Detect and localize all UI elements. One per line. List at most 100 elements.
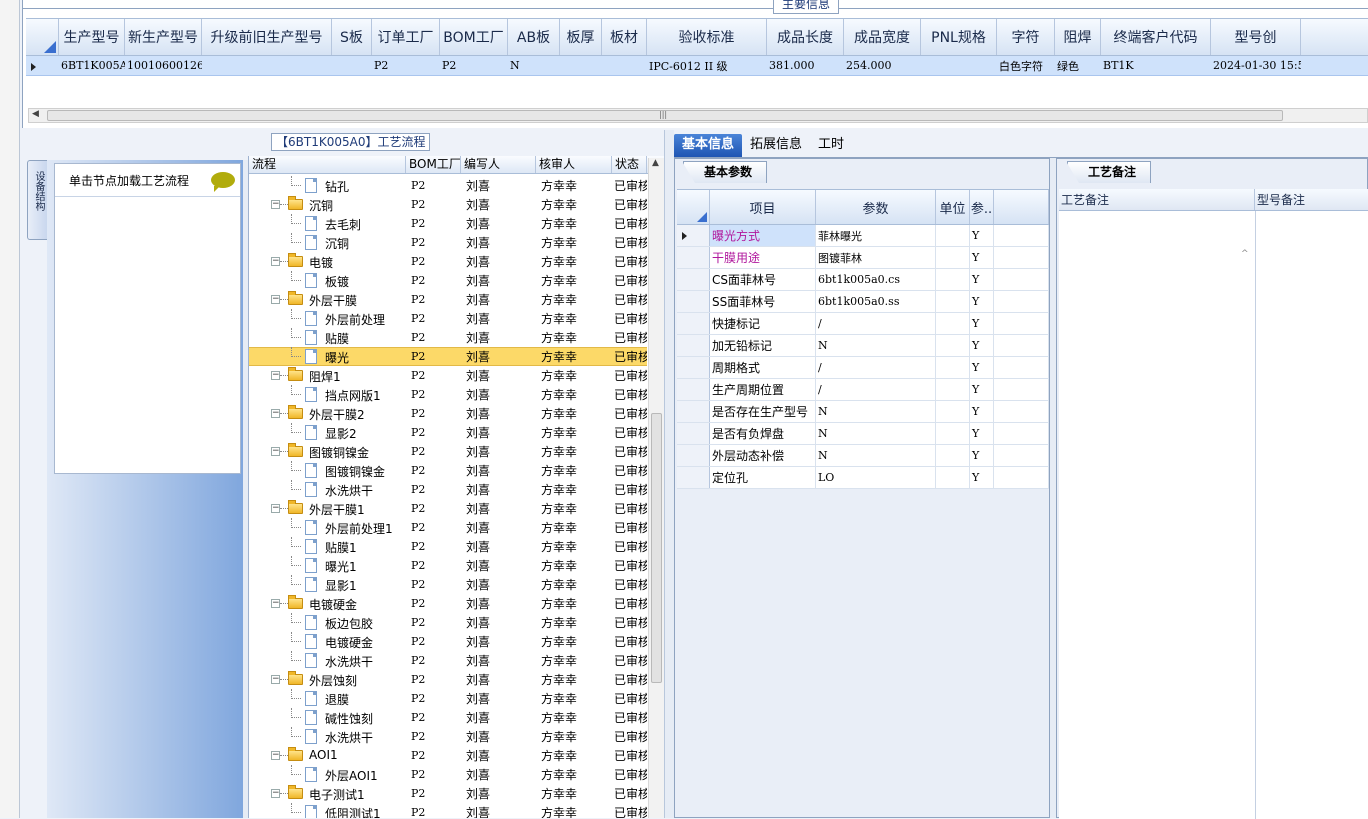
tab-equipment-structure[interactable]: 设备结构 — [27, 160, 47, 240]
tree-node[interactable]: − 电子测试1 — [249, 784, 406, 803]
tree-row[interactable]: 水洗烘干 P2 刘喜 方幸幸 已审核 — [249, 651, 647, 670]
param-unit[interactable] — [936, 269, 970, 290]
param-value[interactable]: / — [816, 379, 936, 400]
tree-row[interactable]: 水洗烘干 P2 刘喜 方幸幸 已审核 — [249, 480, 647, 499]
header-process-note[interactable]: 工艺备注 — [1059, 189, 1255, 210]
tree-node[interactable]: 沉铜 — [249, 233, 406, 252]
column-header[interactable]: 生产型号 — [59, 19, 125, 55]
process-tree-vertical-scrollbar[interactable]: ▲ — [648, 158, 664, 818]
grid-cell[interactable] — [560, 56, 602, 75]
tree-column-header[interactable]: 流程 — [249, 156, 406, 173]
tree-row[interactable]: 钻孔 P2 刘喜 方幸幸 已审核 — [249, 176, 647, 195]
column-header[interactable]: 板材 — [602, 19, 647, 55]
process-tree[interactable]: 流程BOM工厂编写人核审人状态▲ 钻孔P2刘喜方幸幸已审核−沉铜P2刘喜方幸幸已… — [248, 156, 664, 818]
tree-node[interactable]: − 外层干膜2 — [249, 404, 406, 423]
tab-work-hours[interactable]: 工时 — [810, 134, 852, 157]
tree-node[interactable]: 低阻测试1 — [249, 803, 406, 818]
tree-column-header[interactable]: BOM工厂 — [406, 156, 461, 173]
collapse-icon[interactable]: − — [271, 504, 280, 513]
column-header[interactable]: 字符 — [997, 19, 1055, 55]
tab-basic-info[interactable]: 基本信息 — [674, 134, 743, 157]
load-process-hint[interactable]: 单击节点加载工艺流程 — [55, 164, 240, 197]
tree-row[interactable]: − 电子测试1 P2 刘喜 方幸幸 已审核 — [249, 784, 647, 803]
param-value[interactable]: / — [816, 357, 936, 378]
tree-row[interactable]: 低阻测试1 P2 刘喜 方幸幸 已审核 — [249, 803, 647, 818]
tree-node[interactable]: 挡点网版1 — [249, 385, 406, 404]
column-header[interactable]: 型号创 — [1211, 19, 1301, 55]
param-flag[interactable]: Y — [970, 335, 994, 356]
param-row[interactable]: 生产周期位置 / Y — [677, 379, 1049, 401]
tree-node[interactable]: 退膜 — [249, 689, 406, 708]
param-flag[interactable]: Y — [970, 379, 994, 400]
chat-bubble-icon[interactable] — [211, 172, 235, 192]
param-unit[interactable] — [936, 335, 970, 356]
param-flag[interactable]: Y — [970, 357, 994, 378]
header-item[interactable]: 项目 — [710, 190, 816, 224]
middle-splitter[interactable] — [664, 130, 674, 818]
tree-row[interactable]: − 外层蚀刻 P2 刘喜 方幸幸 已审核 — [249, 670, 647, 689]
tree-node[interactable]: 外层AOI1 — [249, 765, 406, 784]
grid-cell[interactable]: 381.000 — [767, 56, 844, 75]
grid-corner[interactable] — [26, 19, 59, 55]
tree-row[interactable]: 去毛刺 P2 刘喜 方幸幸 已审核 — [249, 214, 647, 233]
tab-extended-info[interactable]: 拓展信息 — [742, 134, 810, 157]
grid-cell[interactable]: 白色字符 — [997, 56, 1055, 75]
param-row[interactable]: 干膜用途 图镀菲林 Y — [677, 247, 1049, 269]
tree-row[interactable]: − 沉铜 P2 刘喜 方幸幸 已审核 — [249, 195, 647, 214]
param-value[interactable]: 6bt1k005a0.ss — [816, 291, 936, 312]
tree-node[interactable]: 水洗烘干 — [249, 480, 406, 499]
tree-node[interactable]: 钻孔 — [249, 176, 406, 195]
column-header[interactable]: 升级前旧生产型号 — [202, 19, 332, 55]
column-header[interactable]: S板 — [332, 19, 372, 55]
param-row[interactable]: SS面菲林号 6bt1k005a0.ss Y — [677, 291, 1049, 313]
grid-cell[interactable]: N — [508, 56, 560, 75]
param-value[interactable]: 6bt1k005a0.cs — [816, 269, 936, 290]
main-grid-horizontal-scrollbar[interactable]: ◀ ||| — [28, 108, 1368, 123]
param-flag[interactable]: Y — [970, 291, 994, 312]
tree-row[interactable]: 电镀硬金 P2 刘喜 方幸幸 已审核 — [249, 632, 647, 651]
tree-node[interactable]: 板边包胶 — [249, 613, 406, 632]
tree-node[interactable]: − 阻焊1 — [249, 366, 406, 385]
param-unit[interactable] — [936, 445, 970, 466]
tree-row[interactable]: − 外层干膜 P2 刘喜 方幸幸 已审核 — [249, 290, 647, 309]
param-flag[interactable]: Y — [970, 247, 994, 268]
subtab-basic-params[interactable]: 基本参数 — [683, 161, 768, 183]
collapse-icon[interactable]: − — [271, 675, 280, 684]
grid-cell[interactable]: 10010600126542 — [125, 56, 202, 75]
tree-node[interactable]: 显影1 — [249, 575, 406, 594]
tree-row[interactable]: 贴膜 P2 刘喜 方幸幸 已审核 — [249, 328, 647, 347]
param-row[interactable]: 加无铅标记 N Y — [677, 335, 1049, 357]
tree-node[interactable]: 图镀铜镍金 — [249, 461, 406, 480]
grid-cell[interactable]: 6BT1K005A0 — [59, 56, 125, 75]
tree-node[interactable]: − 外层干膜1 — [249, 499, 406, 518]
column-header[interactable]: 新生产型号 — [125, 19, 202, 55]
tree-column-header[interactable]: 状态 — [612, 156, 647, 173]
tree-node[interactable]: − 图镀铜镍金 — [249, 442, 406, 461]
tree-node[interactable]: 去毛刺 — [249, 214, 406, 233]
collapse-icon[interactable]: − — [271, 371, 280, 380]
param-flag[interactable]: Y — [970, 445, 994, 466]
header-value[interactable]: 参数 — [816, 190, 936, 224]
param-flag[interactable]: Y — [970, 423, 994, 444]
tree-node[interactable]: 板镀 — [249, 271, 406, 290]
param-flag[interactable]: Y — [970, 467, 994, 488]
param-unit[interactable] — [936, 247, 970, 268]
tree-node[interactable]: 水洗烘干 — [249, 727, 406, 746]
param-value[interactable]: LO — [816, 467, 936, 488]
tree-node[interactable]: − 沉铜 — [249, 195, 406, 214]
tree-row[interactable]: 贴膜1 P2 刘喜 方幸幸 已审核 — [249, 537, 647, 556]
column-header[interactable]: 终端客户代码 — [1101, 19, 1211, 55]
tree-row[interactable]: 挡点网版1 P2 刘喜 方幸幸 已审核 — [249, 385, 647, 404]
tree-row[interactable]: 板镀 P2 刘喜 方幸幸 已审核 — [249, 271, 647, 290]
param-value[interactable]: N — [816, 401, 936, 422]
param-row[interactable]: 周期格式 / Y — [677, 357, 1049, 379]
column-header[interactable]: AB板 — [508, 19, 560, 55]
param-value[interactable]: N — [816, 423, 936, 444]
tree-row[interactable]: 图镀铜镍金 P2 刘喜 方幸幸 已审核 — [249, 461, 647, 480]
grid-cell[interactable] — [602, 56, 647, 75]
tree-row[interactable]: − 图镀铜镍金 P2 刘喜 方幸幸 已审核 — [249, 442, 647, 461]
param-unit[interactable] — [936, 401, 970, 422]
tree-node[interactable]: − 外层蚀刻 — [249, 670, 406, 689]
tree-node[interactable]: 电镀硬金 — [249, 632, 406, 651]
tree-row[interactable]: − 阻焊1 P2 刘喜 方幸幸 已审核 — [249, 366, 647, 385]
